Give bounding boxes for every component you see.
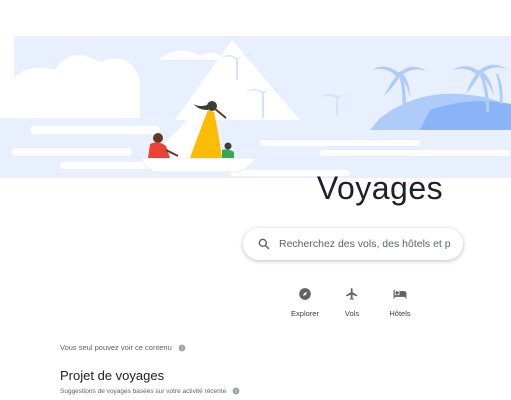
compass-icon	[299, 288, 311, 300]
info-icon[interactable]	[178, 344, 186, 352]
beach-sailboat-illustration	[0, 36, 511, 178]
airplane-icon	[346, 288, 358, 300]
info-icon[interactable]	[232, 387, 240, 395]
hero-illustration	[0, 0, 511, 190]
search-box[interactable]	[243, 228, 463, 260]
category-explore-label: Explorer	[291, 309, 319, 318]
page-title: Voyages	[316, 170, 444, 206]
privacy-note: Vous seul pouvez voir ce contenu	[60, 343, 186, 352]
section-subtitle-text: Suggestions de voyages basées sur votre …	[60, 387, 227, 395]
category-hotels-label: Hôtels	[389, 309, 411, 318]
category-flights[interactable]: Vols	[330, 287, 374, 318]
privacy-note-text: Vous seul pouvez voir ce contenu	[60, 343, 172, 352]
section-title: Projet de voyages	[60, 368, 165, 383]
category-hotels[interactable]: Hôtels	[378, 287, 422, 318]
search-input[interactable]	[279, 238, 451, 250]
search-icon	[258, 238, 270, 250]
section-subtitle: Suggestions de voyages basées sur votre …	[60, 387, 240, 395]
category-explore[interactable]: Explorer	[283, 287, 327, 318]
category-flights-label: Vols	[344, 309, 360, 318]
hotel-bed-icon	[393, 289, 407, 299]
category-shortcuts: Explorer Vols Hôtels	[283, 287, 433, 327]
